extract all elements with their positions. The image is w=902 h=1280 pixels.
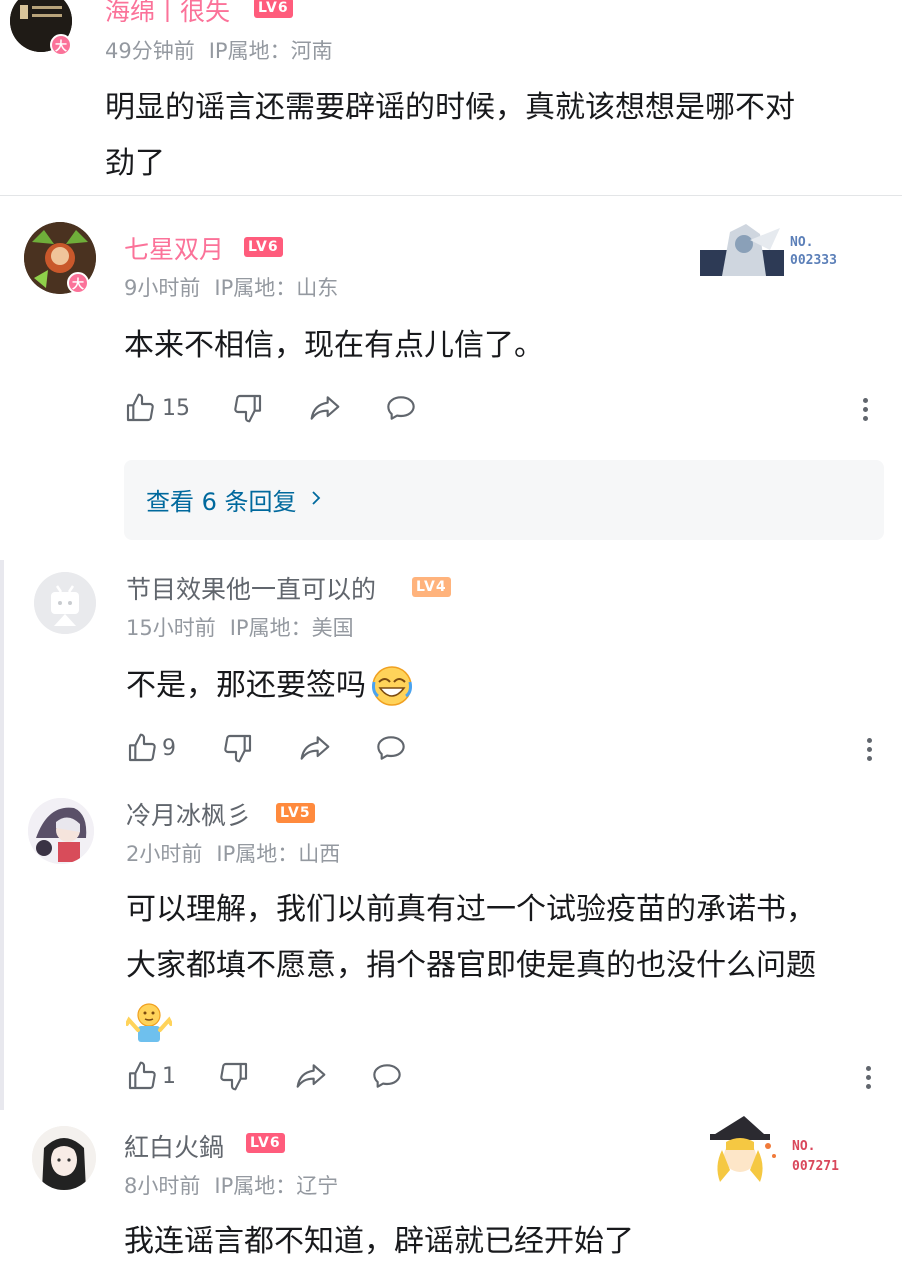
action-bar: 15 <box>124 392 884 432</box>
vip-badge: 大 <box>67 272 89 294</box>
thumbs-up-icon <box>128 733 156 762</box>
comment-5: 紅白火鍋 LV6 NO. 007271 8小时前 IP属地：辽宁 我连谣言都不知道… <box>0 1110 902 1280</box>
thumbs-up-icon <box>126 393 154 422</box>
comment-meta: 8小时前 IP属地：辽宁 <box>124 1170 338 1200</box>
view-replies-box[interactable]: 查看 6 条回复 <box>124 460 884 540</box>
fan-number: 002333 <box>790 253 837 268</box>
reply-button[interactable] <box>370 1060 404 1092</box>
comment-text: 明显的谣言还需要辟谣的时候，真就该想想是哪不对 劲了 <box>105 80 795 192</box>
username[interactable]: 海绵丨很失 <box>105 0 230 28</box>
share-button[interactable] <box>308 392 342 424</box>
reply-button[interactable] <box>374 732 408 764</box>
dislike-button[interactable] <box>218 1060 250 1092</box>
reply-bubble-icon <box>377 736 405 760</box>
fan-number-label: NO. <box>792 1139 816 1154</box>
fan-badge-image <box>700 224 784 276</box>
action-bar: 1 <box>126 1060 886 1100</box>
like-count: 15 <box>162 395 190 421</box>
comment-text-line: 劲了 <box>105 146 165 181</box>
more-vertical-icon[interactable] <box>863 394 869 425</box>
action-bar: 9 <box>126 732 886 772</box>
comment-text: 我连谣言都不知道，辟谣就已经开始了 <box>124 1224 634 1259</box>
comment-meta: 15小时前 IP属地：美国 <box>126 612 354 642</box>
username[interactable]: 节目效果他一直可以的 <box>126 570 376 606</box>
level-badge: LV6 <box>246 1133 285 1153</box>
thumbs-down-icon <box>234 394 262 423</box>
fan-badge-image <box>710 1116 776 1182</box>
timestamp: 8小时前 <box>124 1174 201 1198</box>
share-icon <box>310 396 340 420</box>
like-button[interactable]: 9 <box>126 732 176 764</box>
comment-text: 本来不相信，现在有点儿信了。 <box>124 328 544 363</box>
dislike-button[interactable] <box>222 732 254 764</box>
view-replies-link[interactable]: 查看 6 条回复 <box>146 482 297 517</box>
like-count: 9 <box>162 735 176 761</box>
share-icon <box>296 1064 326 1088</box>
like-count: 1 <box>162 1063 176 1089</box>
comment-text-line: 可以理解，我们以前真有过一个试验疫苗的承诺书， <box>126 892 816 927</box>
level-badge: LV6 <box>254 0 293 18</box>
level-badge: LV4 <box>412 577 451 597</box>
fan-badge[interactable]: NO. 007271 <box>704 1116 864 1186</box>
avatar[interactable] <box>34 572 96 634</box>
timestamp: 9小时前 <box>124 276 201 300</box>
like-button[interactable]: 15 <box>124 392 190 424</box>
level-badge: LV6 <box>244 237 283 257</box>
shrug-emoji-icon <box>126 1003 172 1042</box>
username[interactable]: 冷月冰枫彡 <box>126 796 251 832</box>
comment-meta: 49分钟前 IP属地：河南 <box>105 35 333 65</box>
level-badge: LV5 <box>276 803 315 823</box>
comment-text: 可以理解，我们以前真有过一个试验疫苗的承诺书， 大家都填不愿意，捐个器官即使是真… <box>126 882 816 1050</box>
comment-3: 节目效果他一直可以的 LV4 15小时前 IP属地：美国 不是，那还要签吗 9 <box>0 560 902 780</box>
comment-text-line: 大家都填不愿意，捐个器官即使是真的也没什么问题 <box>126 948 816 983</box>
thumbs-down-icon <box>220 1062 248 1091</box>
share-icon <box>300 736 330 760</box>
timestamp: 15小时前 <box>126 616 216 640</box>
ip-location: IP属地：河南 <box>208 39 333 63</box>
timestamp: 2小时前 <box>126 842 203 866</box>
timestamp: 49分钟前 <box>105 39 195 63</box>
fan-number: 007271 <box>792 1159 839 1174</box>
ip-location: IP属地：山西 <box>216 842 341 866</box>
comment-text-line: 明显的谣言还需要辟谣的时候，真就该想想是哪不对 <box>105 90 795 125</box>
comment-text-body: 不是，那还要签吗 <box>126 668 366 703</box>
comment-2: 大 七星双月 LV6 NO. 002333 9小时前 IP属地：山东 本来不相信，… <box>0 196 902 556</box>
more-vertical-icon[interactable] <box>867 734 873 765</box>
comment-text: 不是，那还要签吗 <box>126 658 414 714</box>
avatar[interactable] <box>32 1126 96 1190</box>
reply-button[interactable] <box>384 392 418 424</box>
like-button[interactable]: 1 <box>126 1060 176 1092</box>
reply-bubble-icon <box>387 396 415 420</box>
thumbs-up-icon <box>128 1061 156 1090</box>
comment-1: 大 海绵丨很失 LV6 49分钟前 IP属地：河南 明显的谣言还需要辟谣的时候，真… <box>0 0 902 195</box>
comment-emoji-line <box>126 994 816 1050</box>
ip-location: IP属地：辽宁 <box>214 1174 339 1198</box>
avatar[interactable] <box>28 798 94 864</box>
share-button[interactable] <box>298 732 332 764</box>
thumbs-down-icon <box>224 734 252 763</box>
laughing-emoji-icon <box>372 666 412 706</box>
comment-meta: 2小时前 IP属地：山西 <box>126 838 340 868</box>
dislike-button[interactable] <box>232 392 264 424</box>
vip-badge: 大 <box>50 34 72 56</box>
ip-location: IP属地：美国 <box>229 616 354 640</box>
reply-bubble-icon <box>373 1064 401 1088</box>
fan-badge[interactable]: NO. 002333 <box>700 220 860 280</box>
username[interactable]: 紅白火鍋 <box>124 1128 224 1164</box>
ip-location: IP属地：山东 <box>214 276 339 300</box>
comment-meta: 9小时前 IP属地：山东 <box>124 272 338 302</box>
more-vertical-icon[interactable] <box>866 1062 872 1093</box>
comment-4: 冷月冰枫彡 LV5 2小时前 IP属地：山西 可以理解，我们以前真有过一个试验疫苗… <box>0 786 902 1106</box>
fan-number-label: NO. <box>790 235 814 250</box>
chevron-right-icon <box>312 491 321 505</box>
share-button[interactable] <box>294 1060 328 1092</box>
username[interactable]: 七星双月 <box>124 230 224 266</box>
